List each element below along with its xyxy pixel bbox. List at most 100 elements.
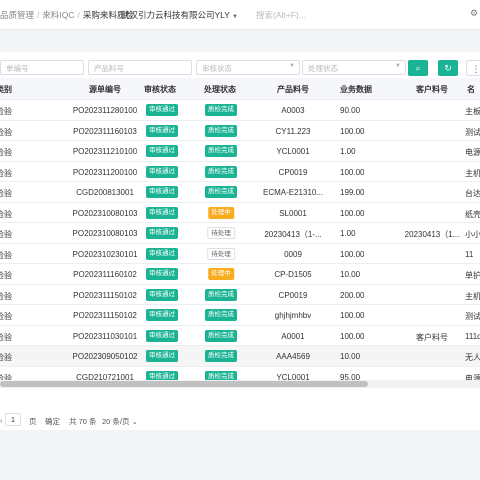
cell-qty: 200.00 (340, 290, 365, 300)
cell-part-no: CP-D1505 (274, 270, 312, 279)
audit-status-badge: 审核通过 (146, 268, 178, 280)
column-header[interactable]: 处理状态 (204, 84, 236, 95)
cell-source-no: PO202311160103 (73, 126, 137, 136)
cell-source-no: CGD210721001 (76, 372, 134, 381)
chevron-down-icon: ▼ (231, 14, 238, 20)
table-row[interactable]: 检验 PO202311280100 审核通过 质检完成 A0003 90.00 主板 (0, 100, 480, 121)
cell-qty: 100.00 (340, 331, 365, 341)
table-row[interactable]: 检验 PO202311150102 审核通过 质检完成 CP0019 200.00 主机 (0, 284, 480, 305)
cell-source-no: CGD200813001 (76, 188, 134, 197)
audit-status-badge: 审核通过 (146, 206, 178, 219)
cell-name: 测试 (465, 312, 480, 321)
cell-source-no: PO202311210100 (72, 147, 138, 156)
total-count: 共 70 条 (69, 417, 97, 426)
process-status-badge: 质检完成 (205, 186, 237, 198)
cell-qty: 10.00 (340, 352, 361, 361)
table-row[interactable]: 检验 CGD200813001 审核通过 质检完成 ECMA-E21310... 199.… (0, 182, 480, 203)
table-row[interactable]: 检验 PO202311160102 审核通过 处理中 CP-D1505 10.00 单护 (0, 264, 480, 285)
column-header[interactable]: 客户料号 (416, 84, 448, 95)
page-unit: 页 (29, 417, 37, 426)
cell-name: 小小 (465, 230, 480, 239)
table-row[interactable]: 检验 PO202311150102 审核通过 质检完成 ghjhjmhbv 100.00 测… (0, 305, 480, 326)
company-selector[interactable]: 武汉引力云科技有限公司YLY ▼ (121, 9, 238, 21)
process-status-badge: 质检完成 (205, 329, 237, 342)
cell-type: 检验 (0, 209, 12, 219)
process-status-filter[interactable]: 处理状态 ▼ (302, 60, 406, 75)
settings-icon[interactable]: ⚙ (470, 8, 478, 19)
table-row[interactable]: 检验 PO202310080103 审核通过 处理中 SL0001 100.00 纸壳 (0, 202, 480, 223)
source-no-filter[interactable]: 单编号 (0, 60, 84, 75)
cell-type: 检验 (0, 312, 12, 321)
table-row[interactable]: 检验 PO202311030101 审核通过 质检完成 A0001 100.00 客户料号 1… (0, 325, 480, 346)
search-button[interactable]: ⌕ (408, 60, 428, 76)
process-status-badge: 质检完成 (205, 145, 237, 157)
cell-qty: 100.00 (340, 126, 365, 136)
cell-part-no: ECMA-E21310... (262, 188, 324, 197)
column-header[interactable]: 源单编号 (89, 84, 121, 95)
global-search-input[interactable]: 搜索(Alt+F)... (256, 9, 306, 21)
breadcrumb: 品质管理 / 来料IQC / 采购来料质检 (0, 10, 134, 20)
table-row[interactable]: 检验 PO202309050102 审核通过 质检完成 AAA4569 10.00 无人 (0, 346, 480, 367)
breadcrumb-iqc[interactable]: 来料IQC (42, 10, 74, 20)
cell-part-no: SL0001 (279, 208, 307, 218)
cell-part-no: AAA4569 (276, 352, 310, 361)
audit-status-filter[interactable]: 审核状态 ▼ (196, 60, 300, 75)
column-header[interactable]: 类别 (0, 84, 12, 95)
column-header[interactable]: 业务数据 (340, 84, 372, 95)
page-size-select[interactable]: 20 条/页 ⌄ (102, 416, 138, 427)
cell-part-no: CP0019 (278, 290, 308, 300)
audit-status-badge: 审核通过 (146, 124, 178, 137)
breadcrumb-quality[interactable]: 品质管理 (0, 10, 34, 20)
cell-type: 检验 (0, 250, 12, 260)
table-row[interactable]: 检验 CGD210721001 审核通过 质检完成 YCL0001 95.00 电源 (0, 366, 480, 381)
bottom-area (0, 436, 480, 480)
cell-qty: 100.00 (340, 249, 365, 259)
refresh-button[interactable]: ↻ (438, 60, 458, 76)
column-header[interactable]: 产品料号 (277, 84, 309, 95)
cell-type: 检验 (0, 107, 12, 116)
cell-name: 电源 (465, 148, 480, 157)
cell-qty: 100.00 (340, 167, 365, 177)
process-status-badge: 处理中 (208, 268, 234, 280)
product-no-filter[interactable]: 产品料号 (88, 60, 192, 75)
cell-qty: 1.00 (340, 147, 356, 156)
cell-part-no: CP0019 (278, 167, 308, 177)
audit-status-badge: 审核通过 (146, 350, 178, 362)
scrollbar-thumb[interactable] (0, 381, 368, 387)
process-status-badge: 质检完成 (205, 104, 237, 116)
cell-qty: 90.00 (340, 106, 361, 115)
table-row[interactable]: 检验 PO202311210100 审核通过 质检完成 YCL0001 1.00 电源 (0, 141, 480, 162)
cell-name: 主机 (465, 291, 480, 301)
cell-type: 检验 (0, 230, 12, 239)
table-row[interactable]: 检验 PO202311200100 审核通过 质检完成 CP0019 100.00 主机 (0, 161, 480, 182)
table-row[interactable]: 检验 PO202310230101 审核通过 待处理 0009 100.00 11 (0, 243, 480, 264)
refresh-icon: ↻ (444, 63, 452, 73)
cell-source-no: PO202311280100 (72, 106, 138, 115)
audit-status-badge: 审核通过 (146, 370, 178, 380)
prev-page-icon[interactable]: ‹ (0, 416, 3, 425)
horizontal-scrollbar[interactable] (0, 380, 480, 388)
column-header[interactable]: 名 (467, 84, 475, 95)
cell-name: 单护 (465, 271, 480, 280)
chevron-down-icon: ▼ (289, 63, 295, 69)
cell-part-no: ghjhjmhbv (274, 311, 312, 320)
company-name: 武汉引力云科技有限公司YLY (121, 10, 230, 20)
audit-status-badge: 审核通过 (146, 104, 178, 116)
more-icon: ⋮ (471, 64, 480, 74)
cell-name: 主板 (465, 107, 480, 116)
cell-type: 检验 (0, 291, 12, 301)
table-row[interactable]: 检验 PO202311160103 审核通过 质检完成 CY11.223 100.00 测试 (0, 120, 480, 141)
go-button[interactable]: 确定 (45, 416, 60, 427)
more-button[interactable]: ⋮ (466, 60, 480, 76)
cell-name: 111q (465, 331, 480, 341)
cell-source-no: PO202309050102 (72, 352, 138, 361)
audit-status-badge: 审核通过 (146, 309, 178, 321)
column-header[interactable]: 审核状态 (144, 84, 176, 95)
page-input[interactable]: 1 (5, 413, 21, 426)
process-status-badge: 质检完成 (205, 165, 237, 178)
top-bar: 品质管理 / 来料IQC / 采购来料质检 武汉引力云科技有限公司YLY ▼ 搜索(Alt… (0, 0, 480, 30)
table-row[interactable]: 检验 PO202310080103 审核通过 待处理 20230413（1-... 1.0… (0, 223, 480, 244)
cell-source-no: PO202310080103 (72, 208, 138, 218)
process-status-badge: 待处理 (207, 247, 235, 260)
process-status-badge: 质检完成 (205, 370, 237, 380)
